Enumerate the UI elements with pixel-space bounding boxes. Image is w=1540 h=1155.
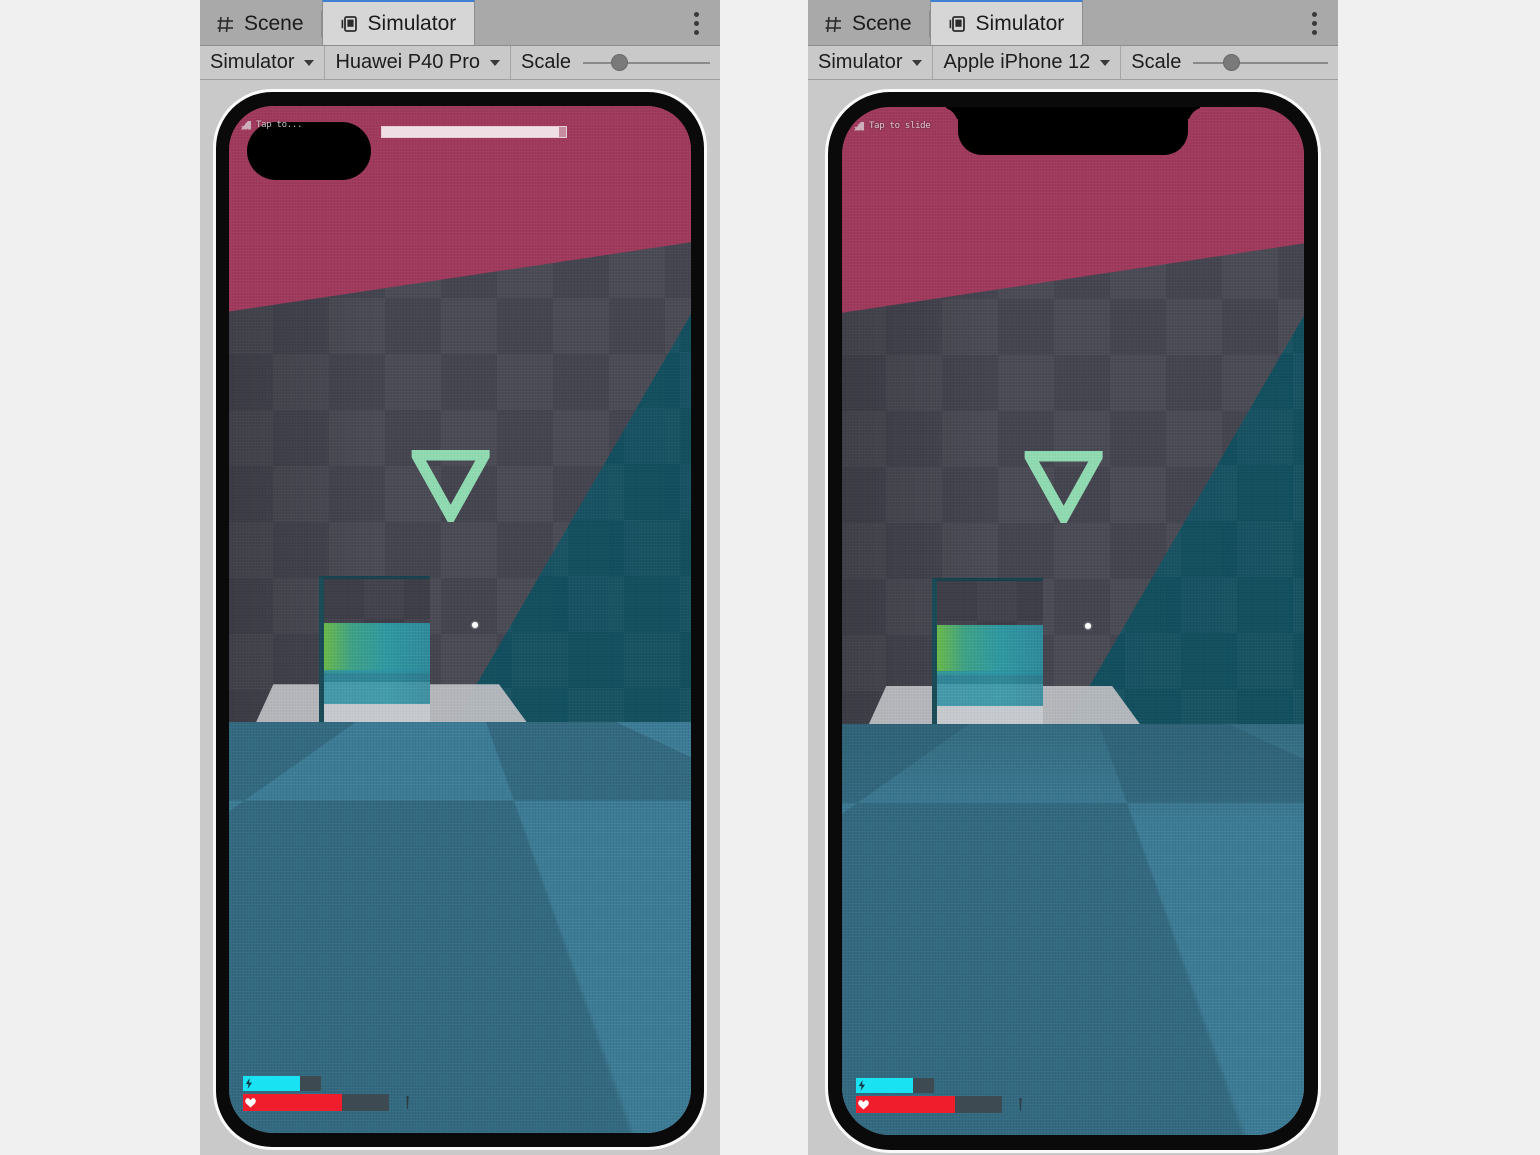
hud-status-bars-left: [243, 1076, 410, 1111]
health-bar-row-right: [856, 1096, 1023, 1113]
scale-slider-track: [583, 61, 710, 64]
tab-scene-label-right: Scene: [852, 12, 912, 35]
chevron-down-icon: [1100, 59, 1111, 66]
grid-icon: [216, 15, 235, 34]
kebab-dot: [693, 20, 699, 26]
doorway-color-band-lower: [324, 669, 430, 705]
doorway-color-band: [324, 623, 430, 674]
kebab-menu-icon[interactable]: [686, 8, 706, 38]
device-preview-area-left: Tap to...: [200, 80, 720, 1155]
signal-bars-icon: [241, 120, 251, 130]
tab-strip-left: Scene Simulator: [200, 0, 720, 46]
floor-distance-fade: [842, 723, 1304, 1135]
tab-scene-left[interactable]: Scene: [200, 3, 322, 45]
mana-bar-row-right: [856, 1078, 1023, 1093]
editor-window: Scene Simulator Simulator Huawei P40 Pro…: [0, 0, 1540, 1155]
chevron-down-icon: [490, 59, 501, 66]
scale-slider-knob[interactable]: [1222, 54, 1240, 71]
floor: [229, 722, 691, 1133]
scale-slider-left[interactable]: [583, 53, 710, 73]
kebab-dot: [1311, 11, 1317, 17]
mode-dropdown-left[interactable]: Simulator: [200, 46, 326, 79]
hud-top-label-right: Tap to slide: [869, 121, 931, 131]
mode-dropdown-label-right: Simulator: [818, 51, 903, 73]
grid-icon: [824, 15, 843, 34]
floor-distance-fade: [229, 722, 691, 1133]
kebab-dot: [693, 29, 699, 35]
mode-dropdown-label-left: Simulator: [210, 51, 295, 73]
scale-label-right: Scale: [1131, 51, 1182, 73]
scale-slider-knob[interactable]: [610, 54, 628, 71]
mana-bar-fill-right: [856, 1078, 913, 1093]
kebab-dot: [1311, 20, 1317, 26]
health-bar-tick-icon: [406, 1096, 409, 1109]
device-dropdown-label-left: Huawei P40 Pro: [335, 51, 481, 73]
crosshair-dot: [1084, 623, 1091, 630]
scale-label-left: Scale: [521, 51, 572, 73]
device-dropdown-right[interactable]: Apple iPhone 12: [933, 46, 1122, 79]
hud-top-label-left: Tap to...: [256, 120, 303, 130]
device-icon: [947, 14, 967, 34]
scale-slider-right[interactable]: [1193, 53, 1328, 73]
down-triangle-waypoint-icon: [1024, 451, 1103, 524]
device-frame-huawei-p40-pro: Tap to...: [216, 92, 704, 1147]
health-bar-fill-left: [243, 1094, 343, 1111]
chevron-down-icon: [304, 59, 315, 66]
device-dropdown-label-right: Apple iPhone 12: [943, 51, 1091, 73]
simulator-panel-left: Scene Simulator Simulator Huawei P40 Pro…: [200, 0, 720, 1155]
tab-simulator-left[interactable]: Simulator: [321, 0, 476, 45]
mana-bar-fill-left: [243, 1076, 300, 1091]
device-icon: [339, 14, 359, 34]
health-bar-right: [856, 1096, 1002, 1113]
health-bar-row-left: [243, 1094, 410, 1111]
hud-progress-bar-left: [381, 126, 567, 138]
device-dropdown-left[interactable]: Huawei P40 Pro: [325, 46, 512, 79]
mana-bar-row-left: [243, 1076, 410, 1091]
simulator-toolbar-left: Simulator Huawei P40 Pro Scale: [200, 46, 720, 80]
hud-progress-fill-left: [382, 127, 559, 137]
game-render-right: [842, 107, 1304, 1135]
tab-simulator-label-left: Simulator: [367, 11, 457, 35]
hud-top-right: Tap to slide: [854, 121, 931, 131]
scale-control-left: Scale: [511, 46, 720, 79]
hud-status-bars-right: [856, 1078, 1023, 1113]
chevron-down-icon: [912, 59, 923, 66]
health-bar-left: [243, 1094, 389, 1111]
tab-simulator-right[interactable]: Simulator: [929, 0, 1084, 45]
mode-dropdown-right[interactable]: Simulator: [808, 46, 934, 79]
simulator-panel-right: Scene Simulator Simulator Apple iPhone 1…: [808, 0, 1338, 1155]
scale-control-right: Scale: [1121, 46, 1338, 79]
health-bar-fill-right: [856, 1096, 956, 1113]
device-screen-left[interactable]: Tap to...: [229, 106, 691, 1133]
kebab-menu-icon[interactable]: [1304, 8, 1324, 38]
device-screen-right[interactable]: Tap to slide: [842, 107, 1304, 1135]
doorway-color-band: [937, 624, 1043, 675]
doorway: [319, 576, 430, 736]
mana-bar-left: [243, 1076, 321, 1091]
health-bar-tick-icon: [1019, 1098, 1022, 1111]
tab-scene-label-left: Scene: [244, 12, 304, 35]
game-render-left: [229, 106, 691, 1133]
tab-strip-right: Scene Simulator: [808, 0, 1338, 46]
tab-scene-right[interactable]: Scene: [808, 3, 930, 45]
kebab-dot: [1311, 29, 1317, 35]
kebab-dot: [693, 11, 699, 17]
signal-bars-icon: [854, 121, 864, 131]
mana-bar-right: [856, 1078, 934, 1093]
device-frame-apple-iphone-12: Tap to slide: [828, 92, 1318, 1150]
doorway: [932, 577, 1043, 738]
down-triangle-waypoint-icon: [411, 450, 490, 523]
notch-cutout: [958, 107, 1188, 155]
simulator-toolbar-right: Simulator Apple iPhone 12 Scale: [808, 46, 1338, 80]
device-preview-area-right: Tap to slide: [808, 80, 1338, 1155]
crosshair-dot: [471, 621, 478, 628]
tab-simulator-label-right: Simulator: [975, 11, 1065, 35]
hud-top-left: Tap to...: [241, 120, 302, 130]
floor: [842, 723, 1304, 1135]
punch-hole-cutout: [247, 122, 371, 180]
scale-slider-track: [1193, 61, 1328, 64]
doorway-color-band-lower: [937, 671, 1043, 706]
